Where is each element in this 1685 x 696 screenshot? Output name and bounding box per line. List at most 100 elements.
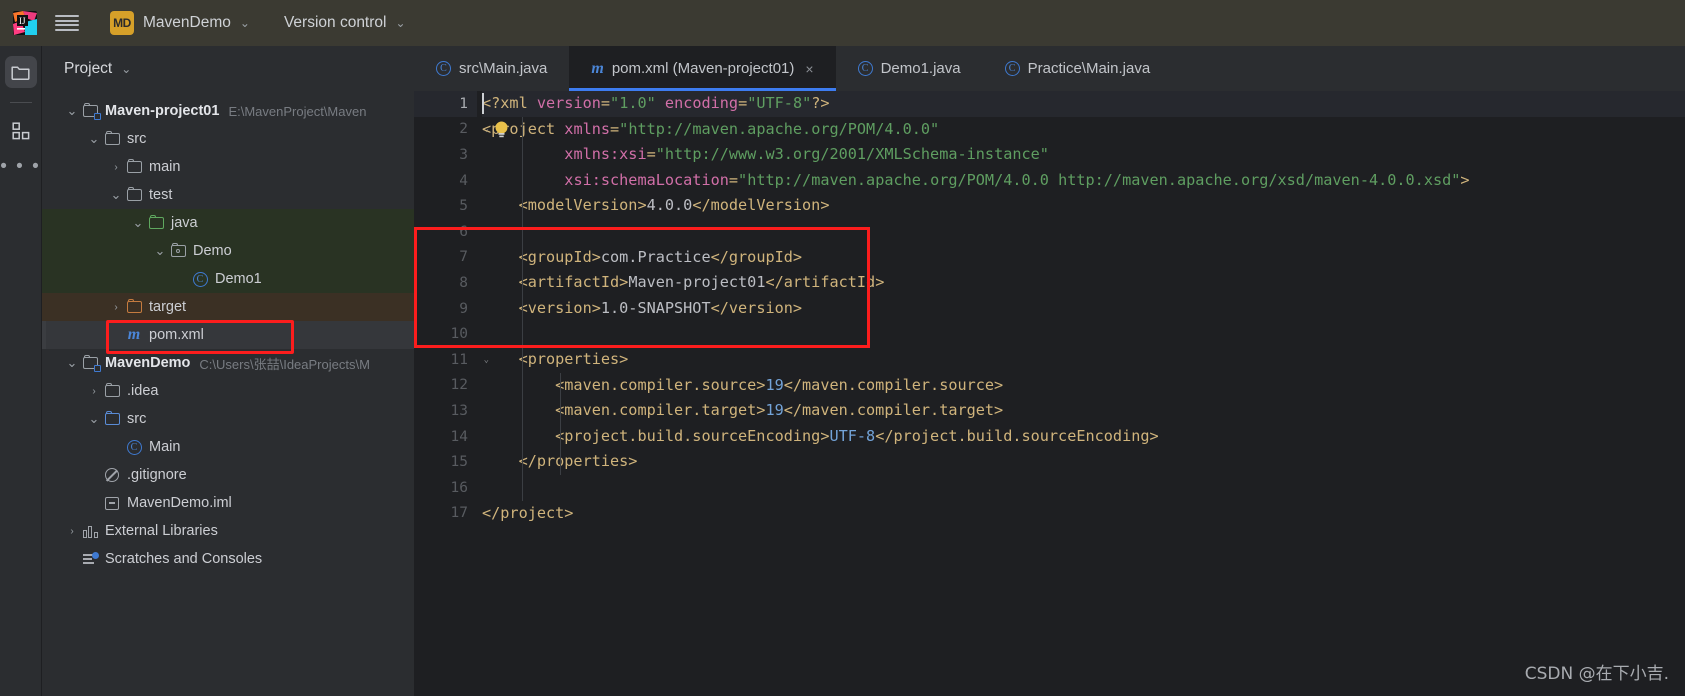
code-line[interactable]: <groupId>com.Practice</groupId>: [482, 245, 1685, 271]
iml-file-icon: [105, 496, 119, 510]
chevron-down-icon[interactable]: ⌄: [108, 188, 124, 201]
folder-icon: [126, 186, 142, 201]
project-tool-window-button[interactable]: [4, 56, 37, 88]
code-line[interactable]: [482, 219, 1685, 245]
tree-row-demo[interactable]: ⌄ Demo: [42, 237, 414, 265]
code-line[interactable]: <maven.compiler.source>19</maven.compile…: [482, 373, 1685, 399]
ellipsis-icon[interactable]: • • •: [0, 157, 41, 176]
editor-tab-pom-xml--maven-project01-[interactable]: m pom.xml (Maven-project01) ×: [569, 46, 836, 91]
tree-row-mavendemo-iml[interactable]: MavenDemo.iml: [42, 489, 414, 517]
code-line[interactable]: <artifactId>Maven-project01</artifactId>: [482, 270, 1685, 296]
title-bar: IJ MD MavenDemo ⌄ Version control ⌄: [0, 0, 1685, 46]
chevron-down-icon[interactable]: ⌄: [86, 132, 102, 145]
tree-row-src[interactable]: ⌄ src: [42, 125, 414, 153]
tree-row--idea[interactable]: › .idea: [42, 377, 414, 405]
chevron-down-icon[interactable]: ⌄: [130, 216, 146, 229]
line-number[interactable]: 14: [414, 424, 477, 450]
line-number[interactable]: 6: [414, 219, 477, 245]
version-control-selector[interactable]: Version control ⌄: [276, 10, 414, 36]
code-line[interactable]: xmlns:xsi="http://www.w3.org/2001/XMLSch…: [482, 142, 1685, 168]
code-line[interactable]: </project>: [482, 501, 1685, 527]
code-token-attr: xmlns:xsi: [564, 145, 647, 164]
tree-row-test[interactable]: ⌄ test: [42, 181, 414, 209]
line-number[interactable]: 7: [414, 245, 477, 271]
tree-row-demo1[interactable]: C Demo1: [42, 265, 414, 293]
tree-row-main[interactable]: C Main: [42, 433, 414, 461]
tree-row-target[interactable]: › target: [42, 293, 414, 321]
code-line[interactable]: <maven.compiler.target>19</maven.compile…: [482, 398, 1685, 424]
line-number[interactable]: 13: [414, 398, 477, 424]
code-token-str: "http://maven.apache.org/POM/4.0.0": [619, 119, 940, 138]
chevron-down-icon[interactable]: ⌄: [152, 244, 168, 257]
tree-row-mavendemo[interactable]: ⌄ MavenDemo C:\Users\张喆\IdeaProjects\M: [42, 349, 414, 377]
code-content[interactable]: <?xml version="1.0" encoding="UTF-8"?> <p…: [477, 91, 1685, 696]
editor-tab-demo1-java[interactable]: C Demo1.java: [836, 46, 983, 91]
project-selector[interactable]: MD MavenDemo ⌄: [102, 7, 258, 39]
tab-label: Practice\Main.java: [1027, 60, 1151, 77]
code-token-str: "1.0": [610, 94, 656, 112]
line-number[interactable]: 1: [414, 91, 477, 117]
code-line[interactable]: <?xml version="1.0" encoding="UTF-8"?>: [482, 91, 1685, 117]
close-icon[interactable]: ×: [805, 61, 813, 77]
tree-row--gitignore[interactable]: .gitignore: [42, 461, 414, 489]
editor-tab-src-main-java[interactable]: Csrc\Main.java: [414, 46, 569, 91]
tree-row-scratches-and-consoles[interactable]: Scratches and Consoles: [42, 545, 414, 573]
chevron-right-icon[interactable]: ›: [86, 386, 102, 397]
hamburger-menu-icon[interactable]: [54, 12, 80, 34]
code-token-str: "http://www.w3.org/2001/XMLSchema-instan…: [655, 145, 1049, 164]
code-token-tag: >: [1460, 170, 1470, 189]
line-number-gutter[interactable]: 1 2 ⌄ 3 4 5 6 7 8 9 10 11 ⌄ 12 13 14 15 16 17: [414, 91, 489, 696]
tree-row-pom-xml[interactable]: m pom.xml: [42, 321, 414, 349]
line-number[interactable]: 11 ⌄: [414, 347, 489, 373]
project-panel-header[interactable]: Project ⌄: [42, 46, 414, 91]
line-number[interactable]: 5: [414, 193, 477, 219]
tree-row-maven-project01[interactable]: ⌄ Maven-project01 E:\MavenProject\Maven: [42, 97, 414, 125]
code-token-tag: =: [610, 119, 620, 138]
gitignore-icon: [105, 468, 119, 482]
code-line[interactable]: <modelVersion>4.0.0</modelVersion>: [482, 193, 1685, 219]
idea-window: IJ MD MavenDemo ⌄ Version control ⌄ • • …: [0, 0, 1685, 696]
structure-tool-window-button[interactable]: [5, 115, 37, 147]
code-token-tag: <version>: [482, 298, 601, 317]
code-line[interactable]: <project xmlns="http://maven.apache.org/…: [482, 117, 1685, 143]
version-control-label: Version control: [283, 14, 387, 31]
chevron-right-icon[interactable]: ›: [108, 302, 124, 313]
chevron-down-icon[interactable]: ⌄: [64, 356, 80, 369]
code-token-attr: xmlns: [564, 119, 611, 138]
chevron-down-icon[interactable]: ⌄: [86, 412, 102, 425]
tree-row-main[interactable]: › main: [42, 153, 414, 181]
line-number[interactable]: 16: [414, 475, 477, 501]
java-class-icon: C: [857, 61, 873, 76]
intellij-idea-logo: IJ: [12, 10, 38, 36]
tree-item-icon: [102, 130, 122, 145]
tree-row-external-libraries[interactable]: › External Libraries: [42, 517, 414, 545]
lightbulb-icon[interactable]: [493, 120, 510, 139]
code-line[interactable]: [482, 475, 1685, 501]
line-number[interactable]: 2 ⌄: [414, 117, 489, 143]
line-number[interactable]: 15: [414, 449, 477, 475]
code-line[interactable]: <project.build.sourceEncoding>UTF-8</pro…: [482, 424, 1685, 450]
line-number[interactable]: 3: [414, 142, 477, 168]
line-number[interactable]: 12: [414, 373, 477, 399]
tree-item-icon: [102, 468, 122, 482]
chevron-down-icon[interactable]: ⌄: [64, 104, 80, 117]
line-number[interactable]: 9: [414, 296, 477, 322]
code-line[interactable]: xsi:schemaLocation="http://maven.apache.…: [482, 168, 1685, 194]
code-line[interactable]: </properties>: [482, 449, 1685, 475]
line-number[interactable]: 4: [414, 168, 477, 194]
tree-item-path: E:\MavenProject\Maven: [228, 103, 367, 119]
chevron-right-icon[interactable]: ›: [64, 526, 80, 537]
editor-tab-practice-main-java[interactable]: C Practice\Main.java: [983, 46, 1173, 91]
tree-row-src[interactable]: ⌄ src: [42, 405, 414, 433]
line-number[interactable]: 8: [414, 270, 477, 296]
code-line[interactable]: [482, 321, 1685, 347]
code-line[interactable]: <properties>: [482, 347, 1685, 373]
chevron-right-icon[interactable]: ›: [108, 162, 124, 173]
line-number[interactable]: 17: [414, 501, 477, 527]
code-token-tag: <maven.compiler.source>: [482, 375, 766, 394]
tree-row-java[interactable]: ⌄ java: [42, 209, 414, 237]
code-viewport: 1 2 ⌄ 3 4 5 6 7 8 9 10 11 ⌄ 12 13 14 15 16 17 <?xml versio…: [414, 91, 1685, 696]
code-line[interactable]: <version>1.0-SNAPSHOT</version>: [482, 296, 1685, 322]
code-token-tag: </modelVersion>: [692, 196, 830, 215]
line-number[interactable]: 10: [414, 321, 477, 347]
